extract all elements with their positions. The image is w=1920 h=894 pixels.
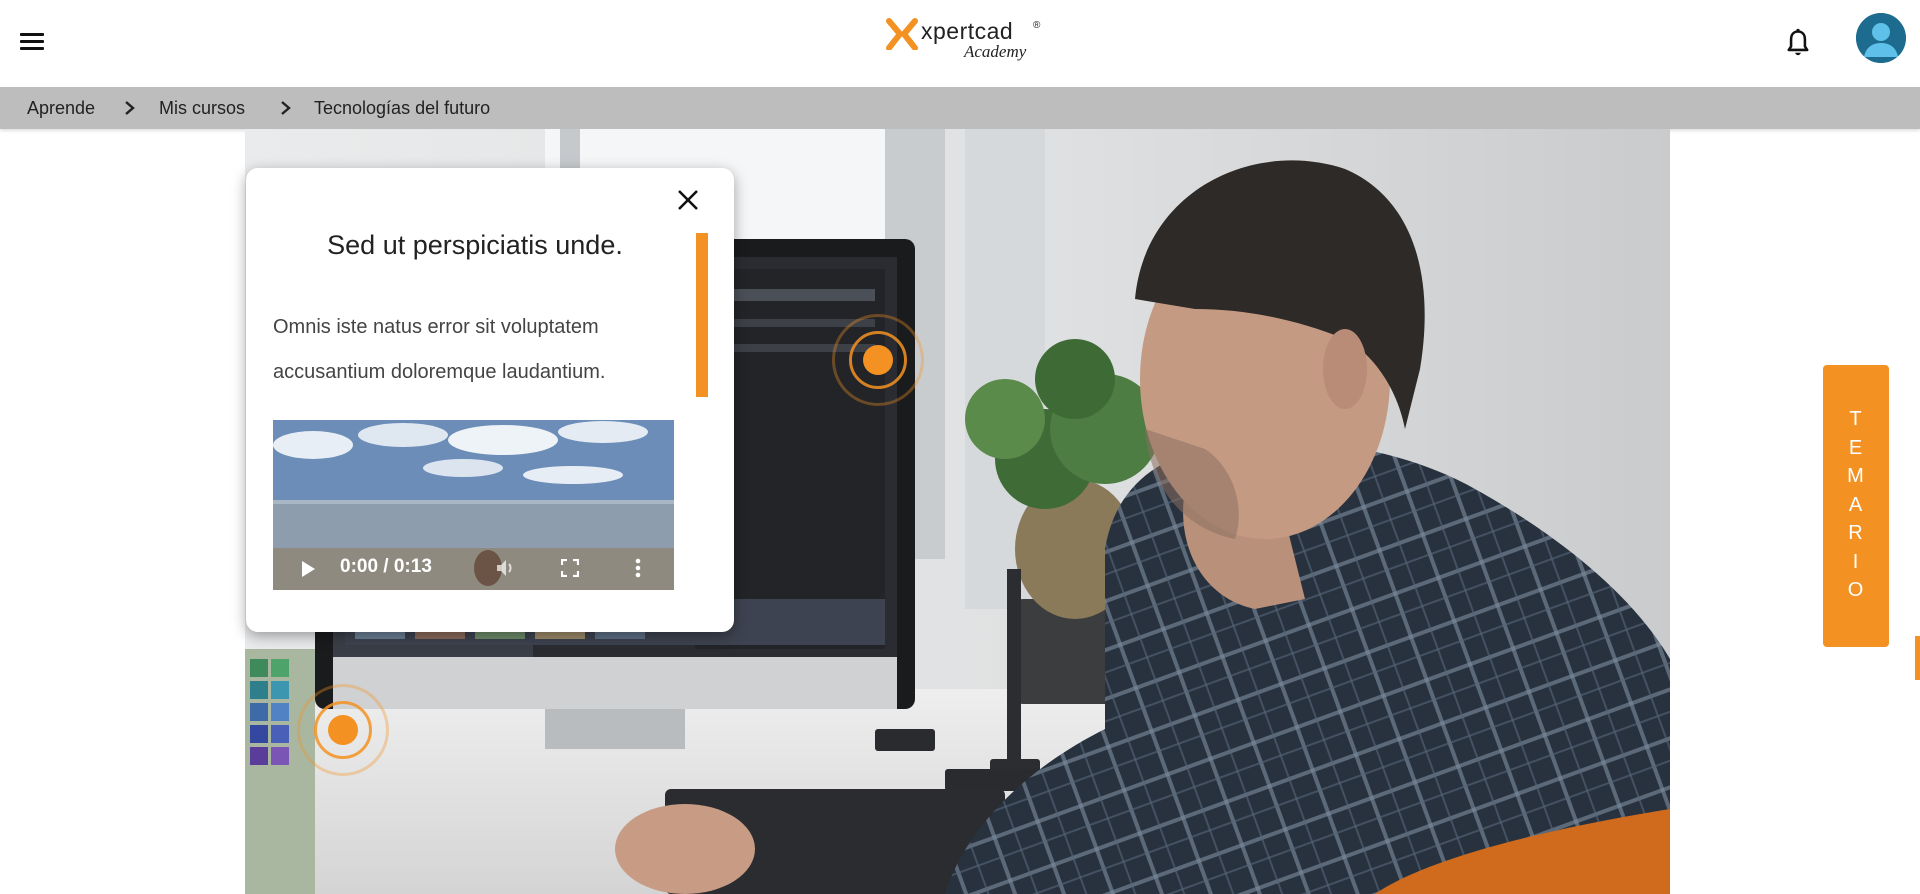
hamburger-menu-icon[interactable]	[18, 31, 46, 53]
chevron-right-icon	[281, 101, 291, 115]
video-time: 0:00 / 0:13	[340, 556, 432, 577]
breadcrumb-item-mis-cursos[interactable]: Mis cursos	[159, 98, 245, 119]
temario-letter: E	[1848, 436, 1864, 459]
temario-letter: I	[1852, 550, 1860, 573]
logo-registered-mark: ®	[1033, 20, 1041, 31]
fullscreen-icon[interactable]	[561, 559, 579, 577]
logo-wordmark: xpertcad	[921, 18, 1014, 44]
bell-icon[interactable]	[1784, 28, 1812, 58]
temario-letter: M	[1847, 465, 1865, 487]
temario-letter: T	[1849, 408, 1863, 430]
breadcrumb-item-aprende[interactable]: Aprende	[27, 98, 95, 119]
temario-letter: R	[1848, 522, 1864, 544]
logo-subtitle: Academy	[964, 42, 1027, 61]
popup-scrollbar[interactable]	[696, 233, 708, 397]
popup-text: Omnis iste natus error sit voluptatem ac…	[273, 316, 606, 383]
edge-tab-marker[interactable]	[1915, 636, 1920, 680]
chevron-right-icon	[125, 101, 135, 115]
video-player[interactable]: 0:00 / 0:13	[273, 420, 674, 590]
logo-x-icon	[886, 18, 918, 50]
video-controls: 0:00 / 0:13	[273, 546, 674, 590]
breadcrumb: Aprende Mis cursos Tecnologías del futur…	[0, 87, 1920, 129]
temario-label: TEMARIO	[1823, 405, 1889, 605]
temario-letter: A	[1848, 493, 1864, 516]
more-vertical-icon[interactable]	[635, 558, 641, 578]
temario-tab[interactable]: TEMARIO	[1823, 365, 1889, 647]
play-icon[interactable]	[300, 560, 316, 578]
hotspot-icon[interactable]	[297, 684, 389, 776]
hotspot-icon[interactable]	[832, 314, 924, 406]
popup-title: Sed ut perspiciatis unde.	[327, 230, 623, 260]
user-avatar-icon[interactable]	[1856, 13, 1906, 63]
breadcrumb-item-current: Tecnologías del futuro	[314, 98, 491, 118]
volume-icon[interactable]	[495, 558, 517, 578]
close-icon[interactable]	[674, 186, 702, 214]
temario-letter: O	[1847, 579, 1865, 601]
top-bar: xpertcad ® Academy	[0, 0, 1920, 87]
info-popup: Sed ut perspiciatis unde. Omnis iste nat…	[246, 168, 734, 632]
